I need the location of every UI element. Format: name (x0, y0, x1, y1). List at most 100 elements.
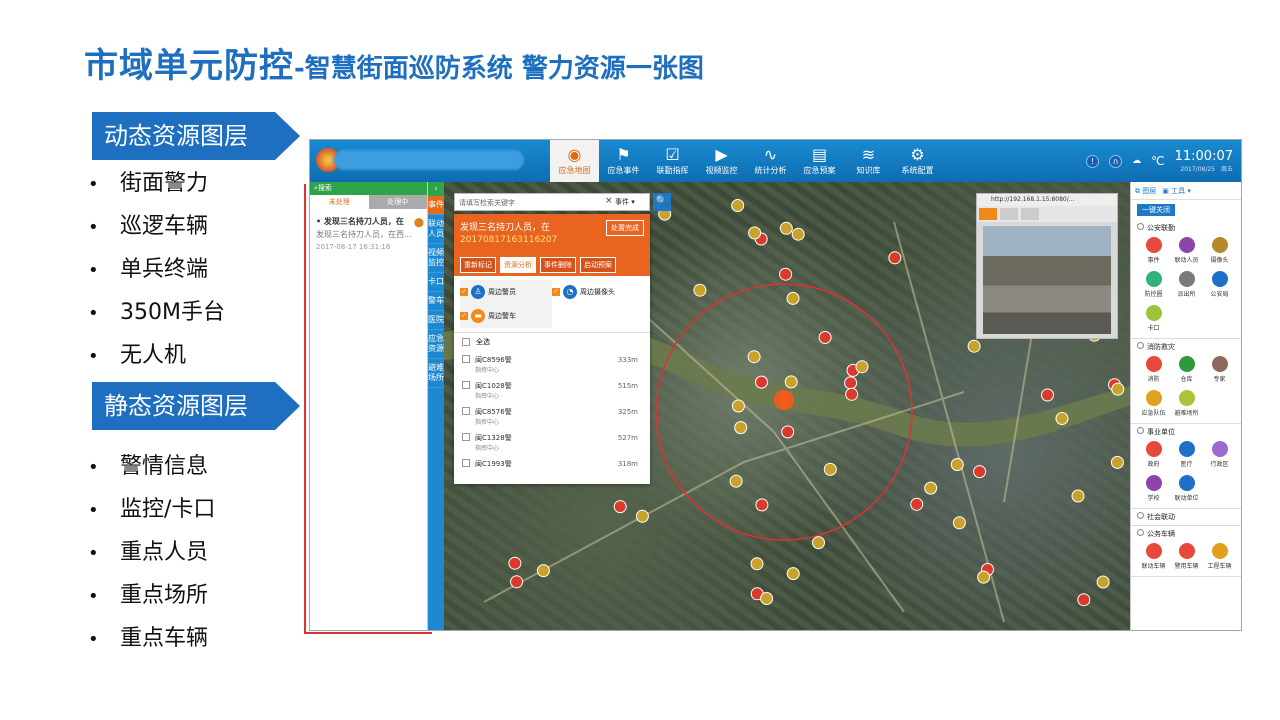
vertical-tab[interactable]: 事件 (428, 196, 444, 215)
resource-marker[interactable] (786, 291, 800, 305)
incident-marker[interactable] (774, 390, 794, 410)
panel-search[interactable]: ⌕搜索 (310, 182, 427, 195)
resource-marker[interactable] (1110, 455, 1124, 469)
select-all-checkbox[interactable] (462, 338, 470, 346)
resource-marker[interactable] (536, 564, 550, 578)
layer-toggle[interactable]: 派出所 (1170, 268, 1203, 302)
resource-marker[interactable] (1071, 489, 1085, 503)
layer-toggle[interactable]: 学校 (1137, 472, 1170, 506)
resource-marker[interactable] (635, 509, 649, 523)
tab-unprocessed[interactable]: 未处理 (310, 195, 369, 209)
list-item[interactable]: 闽C1328警 指挥中心 527m (462, 429, 642, 455)
resource-marker[interactable] (734, 421, 748, 435)
resource-marker[interactable] (888, 251, 902, 265)
tab-tools[interactable]: ▣ 工具 ▾ (1162, 186, 1191, 196)
vertical-tab[interactable]: 医院 (428, 311, 444, 330)
layer-toggle[interactable]: 消防 (1137, 353, 1170, 387)
popup-action-button[interactable]: 事件删除 (540, 257, 576, 273)
resource-marker[interactable] (952, 516, 966, 530)
resource-marker[interactable] (731, 199, 745, 212)
quad-view-button[interactable] (1000, 208, 1018, 220)
resource-marker[interactable] (781, 425, 795, 439)
resource-marker[interactable] (791, 227, 805, 241)
nav-item[interactable]: ∿ 统计分析 (746, 140, 795, 182)
location-pin-icon[interactable]: ⬤ (414, 217, 424, 230)
resource-marker[interactable] (950, 458, 964, 471)
resource-marker[interactable] (823, 462, 837, 476)
layer-toggle[interactable]: 公安局 (1203, 268, 1236, 302)
resource-marker[interactable] (910, 497, 924, 511)
nav-item[interactable]: ▤ 应急预案 (795, 140, 844, 182)
nav-item[interactable]: ⚑ 应急事件 (599, 140, 648, 182)
grid-view-button[interactable] (1021, 208, 1039, 220)
nav-item[interactable]: ☑ 联勤指挥 (648, 140, 697, 182)
resource-marker[interactable] (510, 575, 524, 589)
row-checkbox[interactable] (462, 433, 470, 441)
layer-toggle[interactable]: 工程车辆 (1203, 540, 1236, 574)
category-checkbox[interactable]: ✓ (460, 288, 468, 296)
resource-marker[interactable] (760, 592, 774, 605)
layer-toggle[interactable]: 应急队伍 (1137, 387, 1170, 421)
layer-toggle[interactable]: 联动车辆 (1137, 540, 1170, 574)
resource-marker[interactable] (1041, 388, 1054, 402)
row-checkbox[interactable] (462, 381, 470, 389)
list-item[interactable]: 闽C8576警 指挥中心 325m (462, 403, 642, 429)
radio-icon[interactable] (1137, 223, 1144, 230)
select-all[interactable]: 全选 (454, 333, 650, 351)
layer-toggle[interactable]: 联动人员 (1170, 234, 1203, 268)
resource-marker[interactable] (779, 267, 793, 281)
layer-toggle[interactable]: 联动单位 (1170, 472, 1203, 506)
layer-toggle[interactable]: 事件 (1137, 234, 1170, 268)
resource-marker[interactable] (755, 498, 769, 512)
layer-toggle[interactable]: 专家 (1203, 353, 1236, 387)
layer-toggle[interactable]: 仓库 (1170, 353, 1203, 387)
vertical-tab[interactable]: 视频监控 (428, 244, 444, 273)
resource-marker[interactable] (1055, 412, 1069, 425)
resource-marker[interactable] (750, 557, 764, 571)
resource-marker[interactable] (786, 567, 800, 581)
list-item[interactable]: 闽C8596警 指挥中心 333m (462, 351, 642, 377)
layer-group-header[interactable]: 事业单位 (1137, 426, 1237, 438)
list-item[interactable]: 闽C1993警 318m (462, 455, 642, 481)
layer-group-header[interactable]: 社会联动 (1137, 511, 1237, 523)
tab-processing[interactable]: 处理中 (368, 195, 427, 209)
layer-group-header[interactable]: 公安联勤 (1137, 222, 1237, 234)
resource-marker[interactable] (729, 474, 743, 488)
resource-marker[interactable] (855, 360, 869, 374)
row-checkbox[interactable] (462, 407, 470, 415)
popup-action-button[interactable]: 启动预案 (580, 257, 616, 273)
search-type-select[interactable]: 事件 ▾ (615, 197, 635, 207)
nav-item[interactable]: ⚙ 系统配置 (893, 140, 942, 182)
layer-toggle[interactable]: 摄像头 (1203, 234, 1236, 268)
resource-marker[interactable] (779, 221, 793, 235)
resource-marker[interactable] (924, 481, 938, 495)
single-view-button[interactable] (979, 208, 997, 220)
resource-marker[interactable] (1111, 382, 1125, 396)
resource-marker[interactable] (693, 283, 707, 297)
layer-toggle[interactable]: 行政区 (1203, 438, 1236, 472)
vertical-tab[interactable]: 联动人员 (428, 215, 444, 244)
radio-icon[interactable] (1137, 529, 1144, 536)
popup-action-button[interactable]: 资源分析 (500, 257, 536, 273)
layer-toggle[interactable]: 警用车辆 (1170, 540, 1203, 574)
resource-marker[interactable] (784, 375, 798, 389)
category-checkbox[interactable]: ✓ (552, 288, 560, 296)
layer-toggle[interactable]: 避难场所 (1170, 387, 1203, 421)
resource-marker[interactable] (845, 387, 859, 401)
resource-marker[interactable] (812, 536, 825, 550)
dispose-complete-button[interactable]: 处置完成 (606, 220, 644, 236)
row-checkbox[interactable] (462, 459, 470, 467)
popup-action-button[interactable]: 重新标记 (460, 257, 496, 273)
radio-icon[interactable] (1137, 342, 1144, 349)
resource-marker[interactable] (977, 570, 991, 584)
resource-marker[interactable] (748, 226, 762, 240)
resource-marker[interactable] (747, 350, 761, 364)
layer-group-header[interactable]: 消防救灾 (1137, 341, 1237, 353)
resource-category[interactable]: ✓ ◔ 周边摄像头 (552, 280, 644, 304)
row-checkbox[interactable] (462, 355, 470, 363)
resource-marker[interactable] (755, 375, 768, 389)
list-item[interactable]: 闽C1028警 指挥中心 515m (462, 377, 642, 403)
event-list-item[interactable]: • 发现三名持刀人员，在 发现三名持刀人员，在西... 2017-08-17 1… (310, 209, 427, 260)
resource-marker[interactable] (967, 339, 981, 353)
nav-item[interactable]: ◉ 应急地图 (550, 140, 599, 182)
